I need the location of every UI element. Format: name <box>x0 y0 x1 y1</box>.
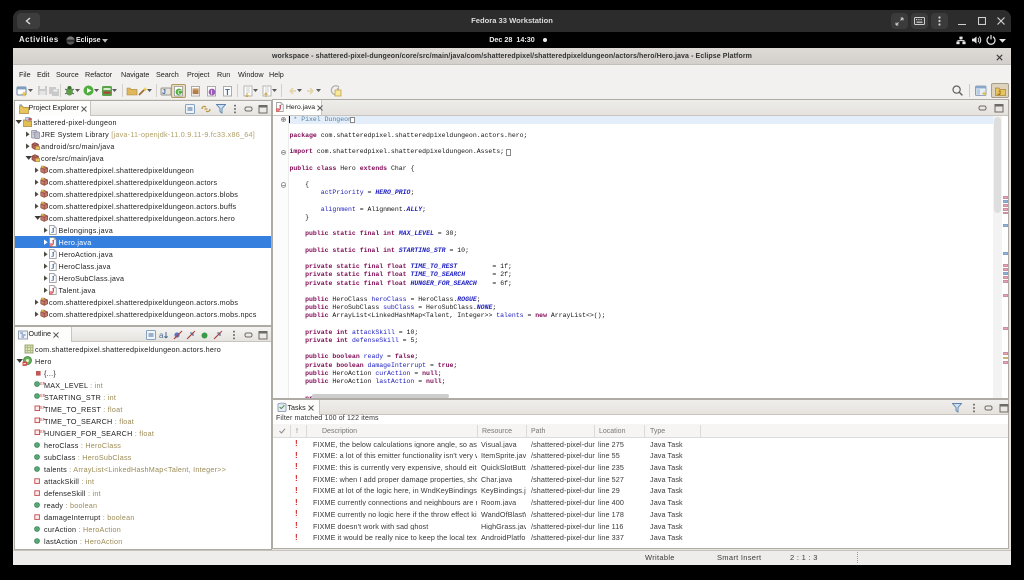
svg-text:J: J <box>997 90 1001 96</box>
svg-text:J: J <box>51 275 55 283</box>
svg-text:I: I <box>211 89 213 96</box>
svg-text:a: a <box>159 331 164 340</box>
svg-text:C: C <box>178 89 183 96</box>
svg-text:J: J <box>51 251 55 259</box>
svg-text:J: J <box>162 89 166 96</box>
svg-text:J: J <box>51 227 55 235</box>
svg-text:J: J <box>51 263 55 271</box>
svg-text:T: T <box>225 88 230 97</box>
